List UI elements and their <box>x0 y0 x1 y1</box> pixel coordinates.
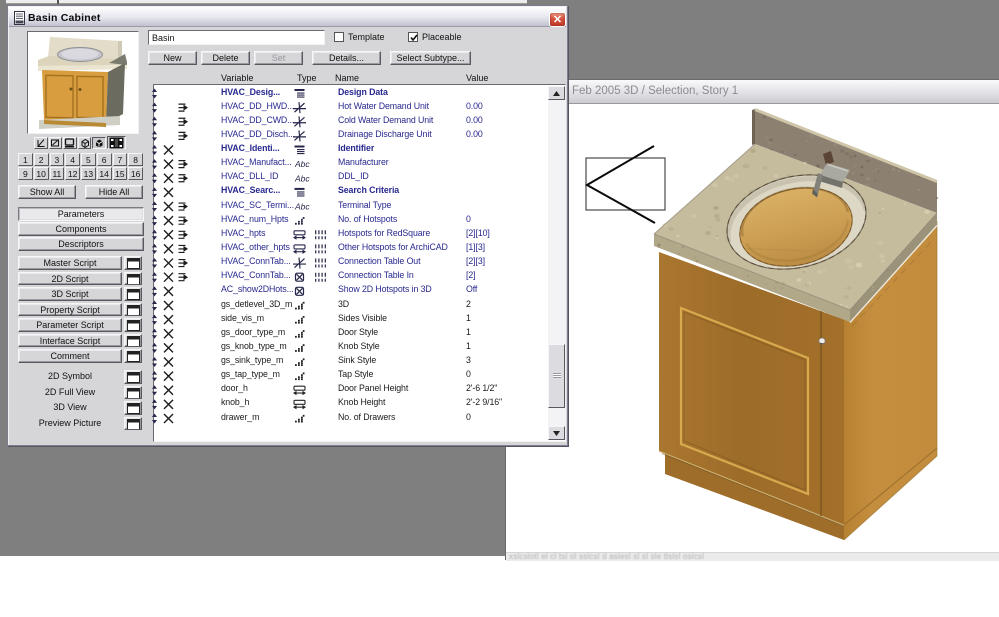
svg-text:Abc: Abc <box>294 202 310 212</box>
svg-text:Abc: Abc <box>294 173 310 183</box>
svg-text:Abc: Abc <box>294 159 310 169</box>
